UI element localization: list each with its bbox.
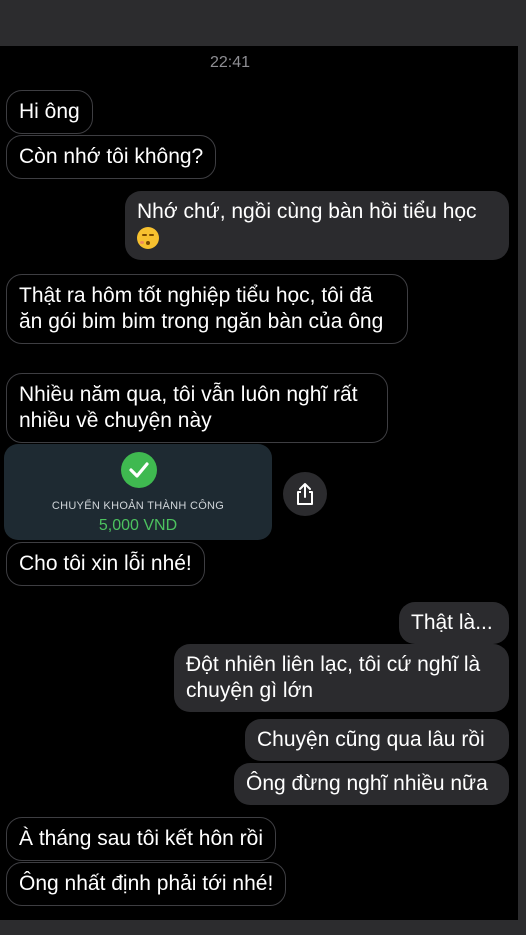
message-text: Còn nhớ tôi không? (19, 145, 204, 168)
transfer-title: CHUYỂN KHOẢN THÀNH CÔNG (51, 500, 225, 512)
message-bubble[interactable]: À tháng sau tôi kết hôn rồi (6, 817, 276, 861)
check-icon (121, 452, 157, 488)
message-text: Nhiều năm qua, tôi vẫn luôn nghĩ rất nhi… (19, 383, 358, 432)
share-button[interactable] (283, 472, 327, 516)
message-text: Ông nhất định phải tới nhé! (19, 872, 274, 895)
chat-thread[interactable]: 22:41 Hi ông Còn nhớ tôi không? Nhớ chứ,… (0, 46, 518, 920)
message-text: Ông đừng nghĩ nhiều nữa (246, 772, 488, 795)
message-bubble[interactable]: Thật là... (399, 602, 509, 644)
message-bubble[interactable]: Cho tôi xin lỗi nhé! (6, 542, 205, 586)
message-text: Chuyện cũng qua lâu rồi (257, 728, 485, 751)
message-bubble[interactable]: Còn nhớ tôi không? (6, 135, 217, 179)
message-text: Nhớ chứ, ngồi cùng bàn hồi tiểu học (137, 200, 477, 223)
message-text: Thật là... (411, 611, 493, 634)
transfer-receipt[interactable]: CHUYỂN KHOẢN THÀNH CÔNG 5,000 VND (4, 444, 272, 540)
timestamp: 22:41 (209, 54, 251, 71)
message-bubble[interactable]: Chuyện cũng qua lâu rồi (245, 719, 509, 761)
message-bubble[interactable]: Nhớ chứ, ngồi cùng bàn hồi tiểu học (125, 191, 509, 260)
message-bubble[interactable]: Hi ông (6, 90, 93, 134)
message-text: Thật ra hôm tốt nghiệp tiểu học, tôi đã … (19, 284, 384, 333)
kissing-face-icon (137, 227, 159, 250)
message-text: À tháng sau tôi kết hôn rồi (19, 827, 263, 850)
message-bubble[interactable]: Ông nhất định phải tới nhé! (6, 862, 287, 906)
message-bubble[interactable]: Ông đừng nghĩ nhiều nữa (234, 763, 509, 805)
share-icon (297, 483, 313, 505)
message-text: Hi ông (19, 100, 80, 123)
message-text: Đột nhiên liên lạc, tôi cứ nghĩ là chuyệ… (186, 653, 481, 702)
message-bubble[interactable]: Đột nhiên liên lạc, tôi cứ nghĩ là chuyệ… (174, 644, 509, 712)
transfer-amount: 5,000 VND (98, 517, 178, 534)
message-text: Cho tôi xin lỗi nhé! (19, 552, 192, 575)
message-bubble[interactable]: Nhiều năm qua, tôi vẫn luôn nghĩ rất nhi… (6, 373, 388, 443)
message-bubble[interactable]: Thật ra hôm tốt nghiệp tiểu học, tôi đã … (6, 274, 408, 344)
screen: 22:41 Hi ông Còn nhớ tôi không? Nhớ chứ,… (0, 0, 526, 935)
